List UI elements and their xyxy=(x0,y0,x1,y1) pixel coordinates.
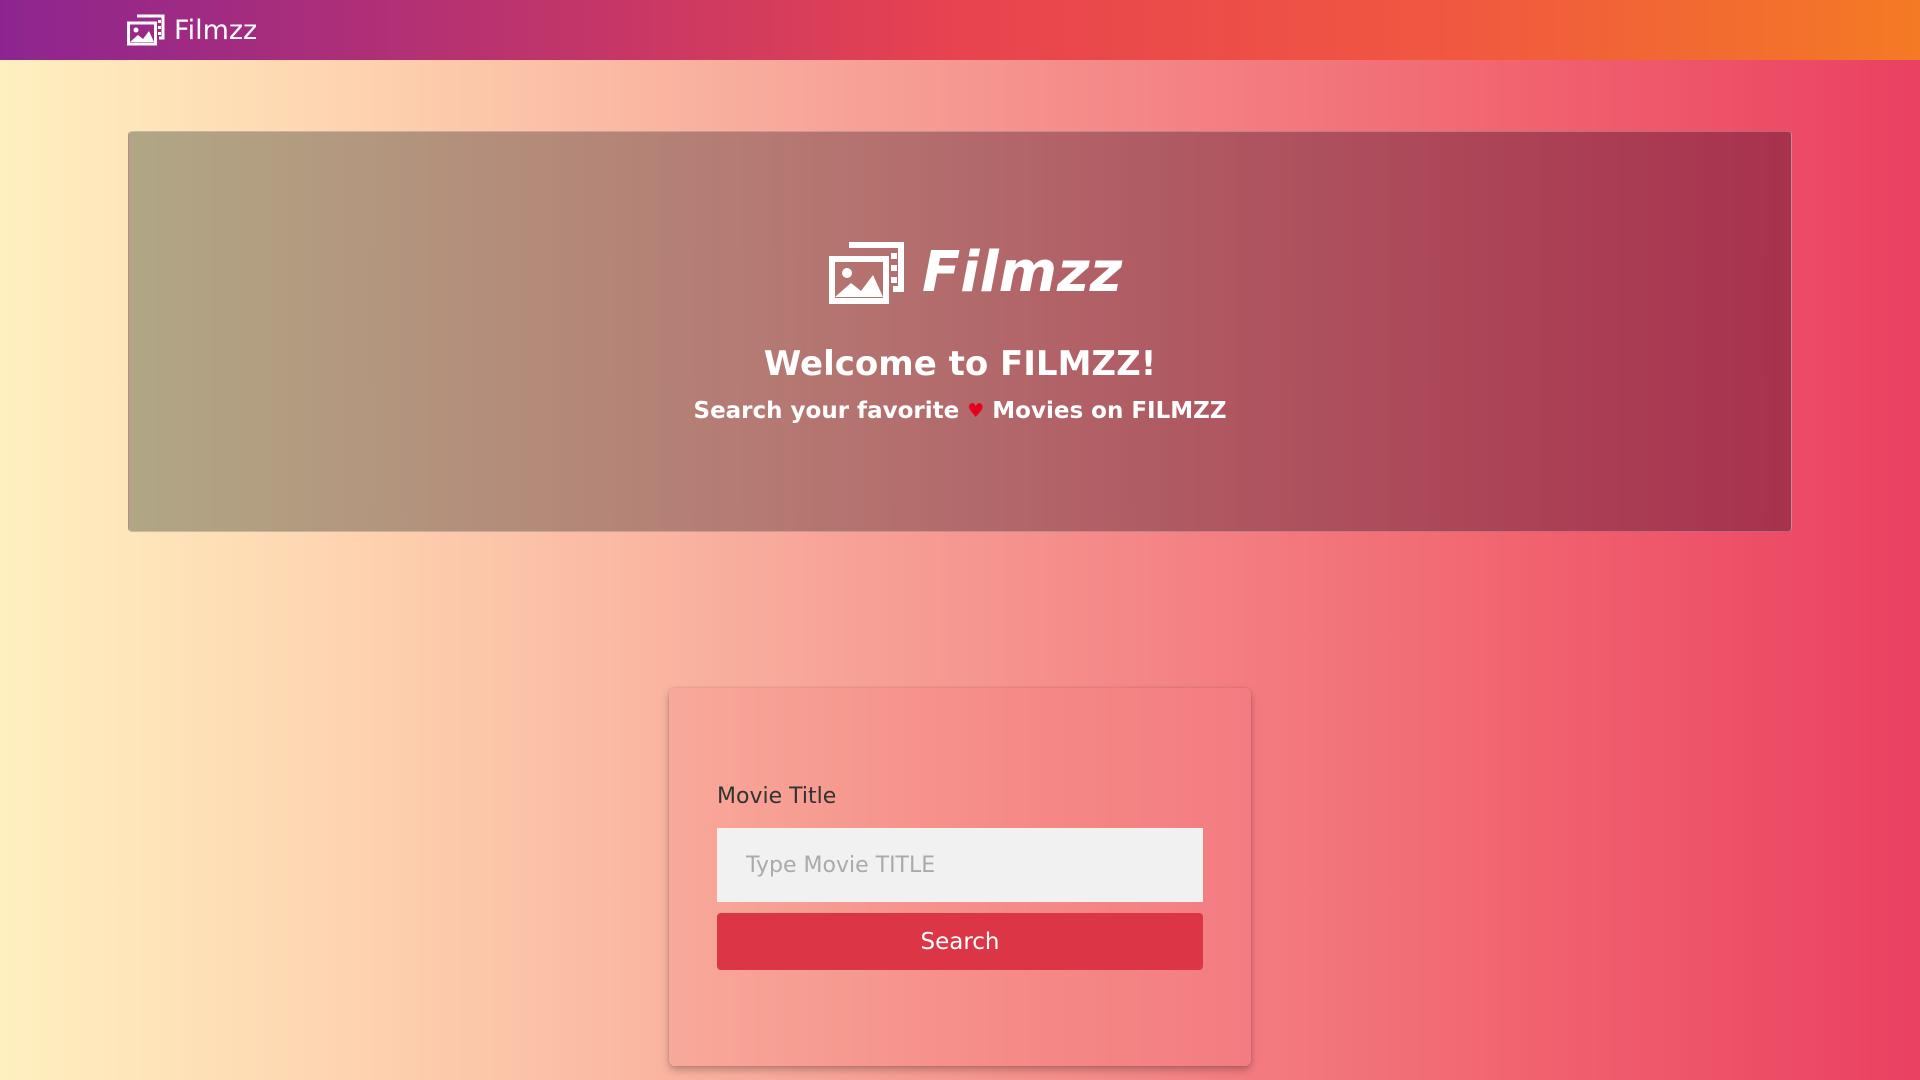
hero-logo-text: Filmzz xyxy=(922,240,1123,305)
film-images-icon xyxy=(127,14,165,46)
movie-title-input[interactable] xyxy=(717,828,1203,902)
hero-title: Welcome to FILMZZ! xyxy=(763,344,1157,384)
film-images-icon xyxy=(829,241,904,304)
hero-subtitle-before: Search your favorite xyxy=(693,398,960,424)
navbar-brand[interactable]: Filmzz xyxy=(127,14,257,46)
hero-subtitle-after: Movies on FILMZZ xyxy=(992,398,1227,424)
hero-subtitle: Search your favorite ♥ Movies on FILMZZ xyxy=(129,398,1791,424)
navbar-brand-label: Filmzz xyxy=(174,14,258,46)
hero-banner: Filmzz Welcome to FILMZZ! Search your fa… xyxy=(128,131,1792,532)
movie-title-label: Movie Title xyxy=(717,784,837,809)
search-button[interactable]: Search xyxy=(717,913,1203,970)
hero-logo: Filmzz xyxy=(828,240,1122,305)
heart-icon: ♥ xyxy=(967,400,985,422)
navbar: Filmzz xyxy=(0,0,1920,60)
search-card: Movie Title Search xyxy=(669,688,1251,1066)
